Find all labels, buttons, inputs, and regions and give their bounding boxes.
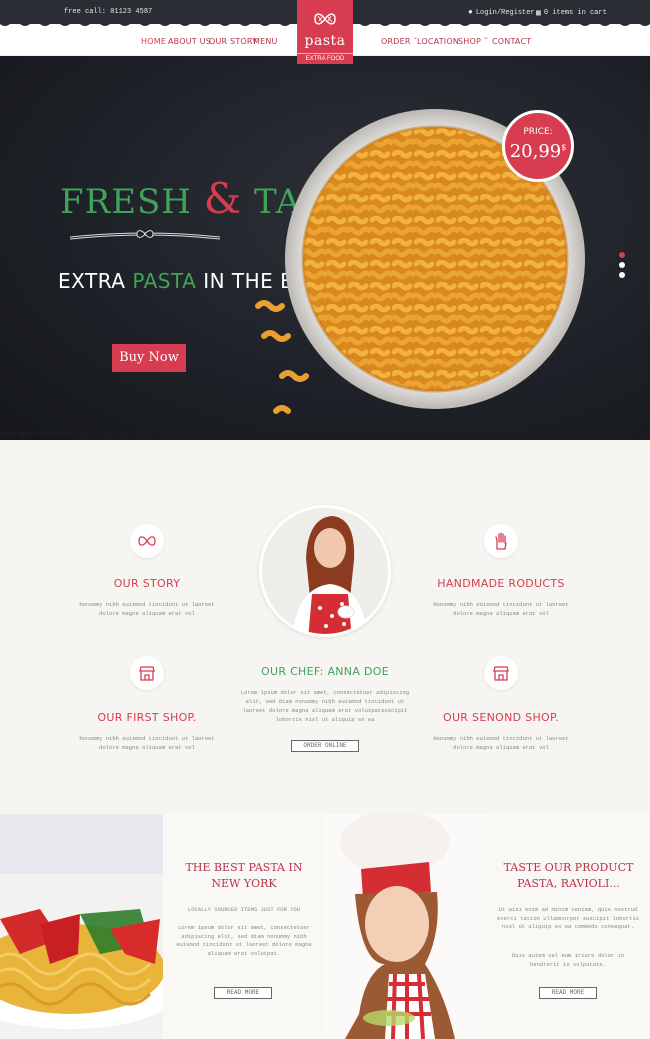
best-pasta-text: Lorem ipsum dolor sit amet, consectetuer… — [176, 924, 312, 957]
nav-story[interactable]: OUR STORY — [209, 37, 257, 46]
chef-photo — [259, 505, 391, 637]
shop-icon — [493, 666, 509, 681]
hero-extra-pre: EXTRA — [58, 269, 133, 293]
pasta-bow-icon — [314, 13, 336, 25]
buy-now-button[interactable]: Buy Now — [112, 344, 186, 372]
kid-chef-image — [325, 814, 487, 1039]
nav-location[interactable]: LOCATION — [417, 37, 459, 46]
shop-icon — [139, 666, 155, 681]
taste-product-title: TASTE OUR PRODUCT PASTA, RAVIOLI... — [503, 861, 634, 890]
first-shop-feature-icon — [130, 656, 164, 690]
chef-text: Lorem ipsum dolor sit amet, consectetuer… — [240, 689, 410, 723]
price-currency: $ — [561, 143, 567, 152]
hand-icon — [495, 532, 507, 550]
chef-illustration — [262, 508, 388, 634]
cart-icon: ▦ — [536, 9, 541, 18]
nav-order[interactable]: ORDER ˇ — [381, 37, 418, 46]
pasta-bow-icon — [138, 536, 156, 546]
nav-about[interactable]: ABOUT US — [168, 37, 211, 46]
story-text: Nonummy nibh euismod tincidunt ut laoree… — [79, 601, 215, 617]
order-online-button[interactable]: ORDER ONLINE — [291, 740, 359, 752]
pasta-dish-image — [0, 814, 163, 1039]
slider-dots — [619, 252, 625, 282]
taste-product-panel: TASTE OUR PRODUCT PASTA, RAVIOLI... Ut w… — [487, 814, 650, 1039]
login-link[interactable]: ● Login/Register — [468, 8, 535, 17]
nav-order-label: ORDER — [381, 37, 411, 46]
slider-dot[interactable] — [619, 262, 625, 268]
login-label: Login/Register — [475, 8, 535, 17]
hero-scallop-edge — [0, 432, 650, 439]
kid-chef-illustration — [325, 814, 487, 1039]
second-shop-title: OUR SENOND SHOP. — [443, 711, 559, 724]
hero-fresh: FRESH — [60, 182, 192, 222]
taste-product-text2: Duis autem vel eum iriure dolor in hendr… — [511, 952, 625, 968]
hero-slider: FRESH & TASTE EXTRA PASTA IN THE BOX Buy… — [0, 56, 650, 440]
divider-ornament — [70, 230, 220, 240]
site-logo[interactable]: pasta EXTRA FOOD — [297, 0, 353, 64]
user-icon: ● — [468, 8, 473, 17]
second-shop-text: Nonummy nibh euismod tincidunt ut laoree… — [433, 735, 569, 751]
slider-dot[interactable] — [619, 272, 625, 278]
price-badge: PRICE: 20,99$ — [502, 110, 574, 182]
logo-name: pasta — [304, 33, 346, 49]
second-shop-feature-icon — [484, 656, 518, 690]
best-pasta-panel: THE BEST PASTA IN NEW YORK LOCALLY SOURC… — [163, 814, 325, 1039]
hero-extra-green: PASTA — [132, 269, 197, 293]
cart-label: 0 items in cart — [543, 9, 607, 17]
best-pasta-subtitle: LOCALLY SOURCED ITEMS JUST FOR YOU — [187, 906, 301, 913]
nav-contact[interactable]: CONTACT — [492, 37, 531, 46]
nav-home[interactable]: HOME — [141, 37, 166, 46]
chevron-down-icon: ˇ — [481, 37, 488, 46]
first-shop-title: OUR FIRST SHOP. — [97, 711, 197, 724]
price-value: 20,99$ — [505, 141, 571, 162]
handmade-text: Nonummy nibh euismod tincidunt ut laoree… — [433, 601, 569, 617]
slider-dot[interactable] — [619, 252, 625, 258]
story-title: OUR STORY — [113, 577, 181, 590]
handmade-feature-icon — [484, 524, 518, 558]
first-shop-text: Nonummy nibh euismod tincidunt ut laoree… — [79, 735, 215, 751]
read-more-button[interactable]: READ MORE — [539, 987, 597, 999]
hero-amp: & — [203, 174, 243, 223]
story-feature-icon — [130, 524, 164, 558]
nav-shop-label: SHOP — [458, 37, 482, 46]
nav-menu[interactable]: MENU — [253, 37, 278, 46]
pasta-dish-illustration — [0, 814, 163, 1039]
phone-text: free call: 01123 4587 — [64, 8, 153, 16]
logo-subtitle: EXTRA FOOD — [297, 53, 353, 62]
read-more-button[interactable]: READ MORE — [214, 987, 272, 999]
nav-shop[interactable]: SHOP ˇ — [458, 37, 488, 46]
chef-title: OUR CHEF: ANNA DOE — [261, 665, 389, 678]
price-amount: 20,99 — [509, 141, 562, 162]
loose-pasta — [255, 300, 309, 414]
best-pasta-title: THE BEST PASTA IN NEW YORK — [185, 861, 303, 890]
price-label: PRICE: — [523, 127, 553, 137]
taste-product-text1: Ut wisi enim ad minim veniam, quis nostr… — [497, 906, 639, 930]
handmade-title: HANDMADE RODUCTS — [437, 577, 565, 590]
cart-link[interactable]: ▦ 0 items in cart — [536, 8, 607, 18]
